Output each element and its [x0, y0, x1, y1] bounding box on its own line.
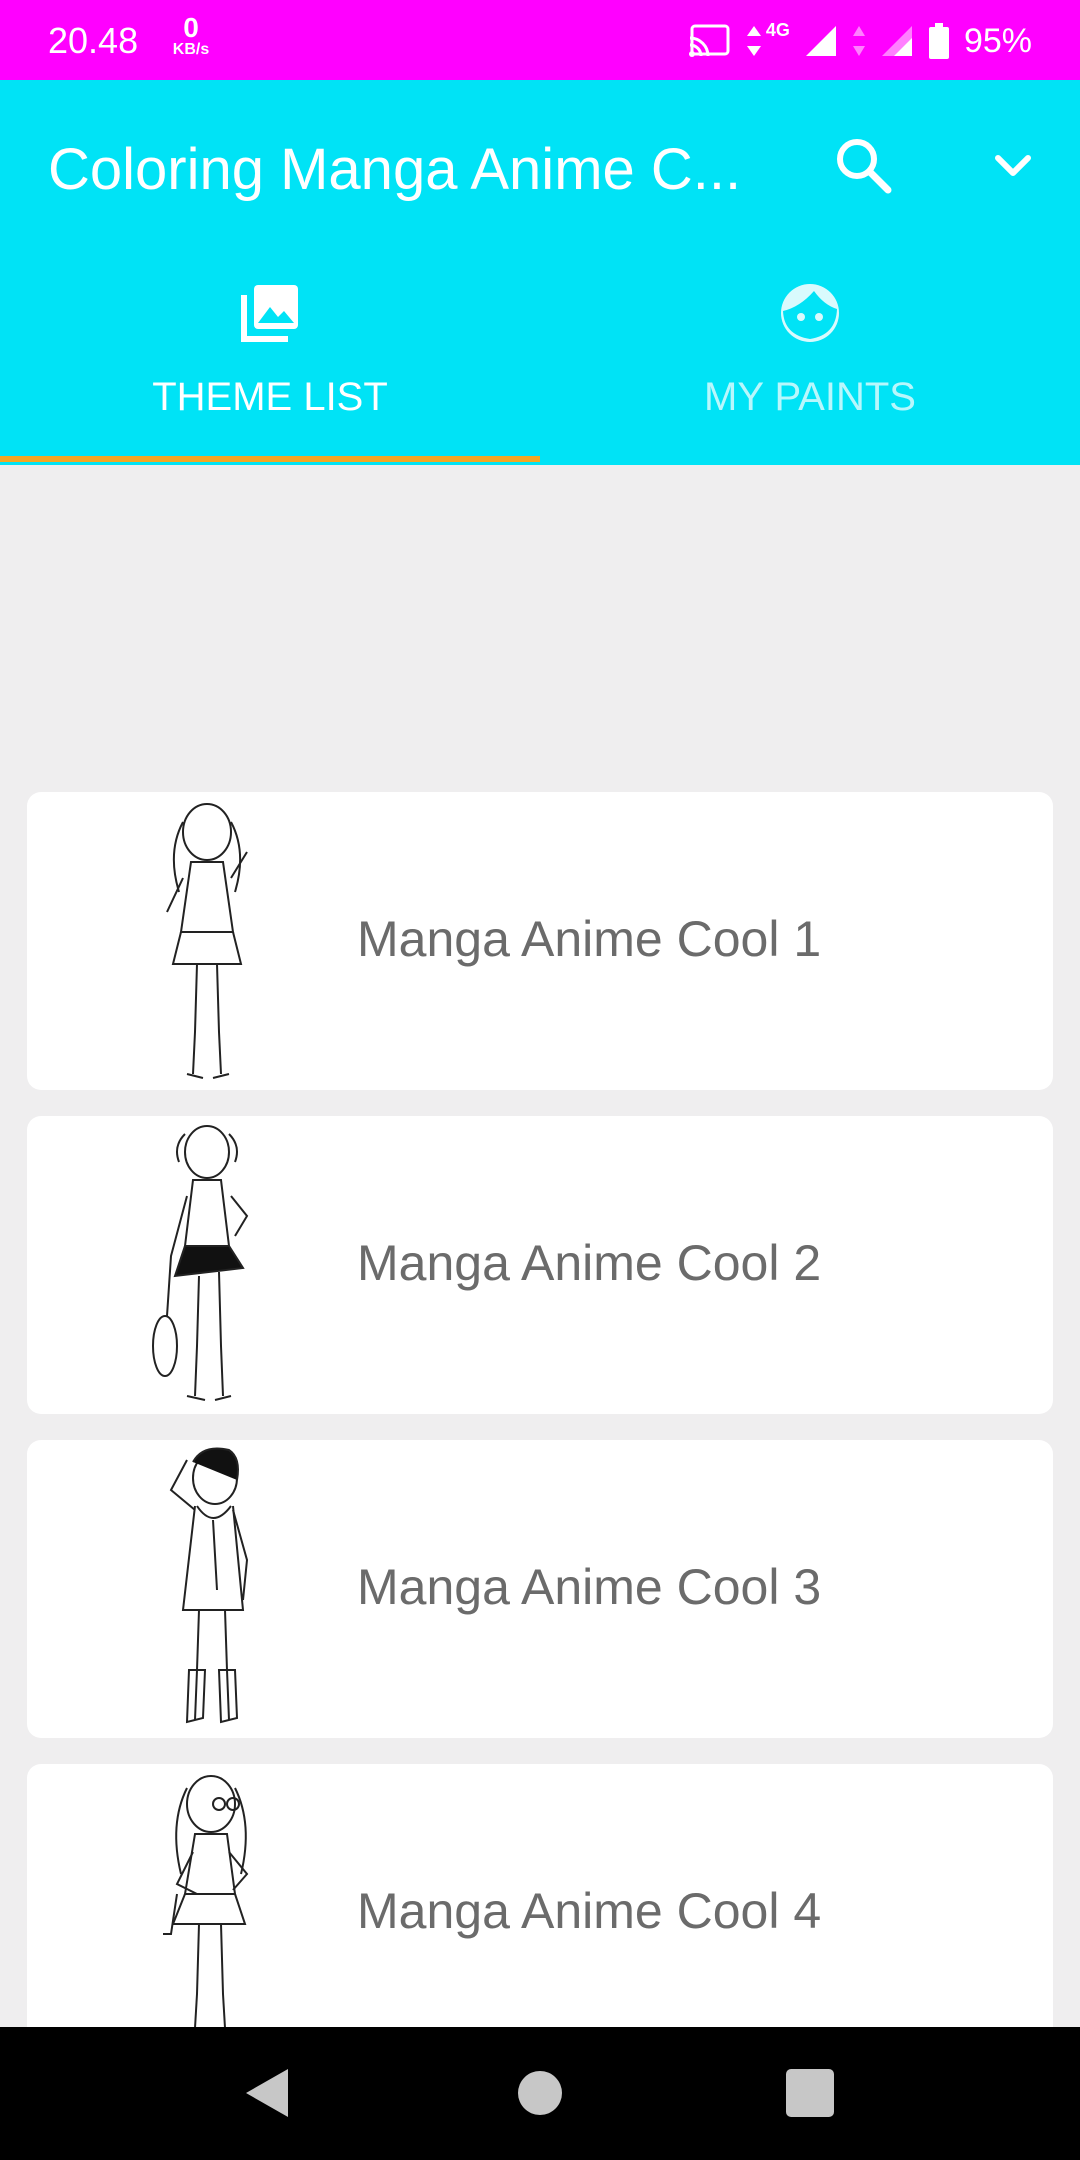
tab-label-theme-list: THEME LIST — [152, 375, 388, 419]
status-bar: 20.48 0 KB/s 4G 95% — [0, 0, 1080, 80]
theme-title: Manga Anime Cool 2 — [357, 1235, 822, 1291]
theme-title: Manga Anime Cool 1 — [357, 911, 822, 967]
recents-icon[interactable] — [774, 2057, 846, 2129]
theme-title: Manga Anime Cool 3 — [357, 1559, 822, 1615]
tab-indicator — [0, 456, 540, 462]
network-speed-unit: KB/s — [172, 41, 210, 58]
network-type: 4G — [765, 19, 790, 40]
theme-card-2[interactable]: Manga Anime Cool 2 — [27, 1116, 1053, 1414]
home-icon[interactable] — [504, 2057, 576, 2129]
data-arrows-icon — [852, 26, 865, 56]
anime-girl-uniform-sketch — [166, 803, 248, 1079]
anime-girl-glasses-sketch — [163, 1775, 249, 2029]
back-icon[interactable] — [232, 2057, 304, 2129]
network-speed-value: 0 — [183, 12, 199, 43]
battery-percent: 95% — [963, 21, 1032, 60]
system-nav-bar — [0, 2027, 1080, 2160]
signal-icon — [805, 26, 836, 56]
photo-library-icon — [241, 285, 298, 342]
tab-label-my-paints: MY PAINTS — [704, 375, 916, 419]
search-button[interactable] — [830, 132, 896, 198]
battery-icon — [928, 23, 949, 59]
face-icon — [781, 284, 839, 342]
chevron-down-icon — [995, 155, 1031, 176]
data-arrows-icon — [746, 26, 761, 56]
status-icons: 4G 95% — [688, 16, 1032, 66]
theme-card-1[interactable]: Manga Anime Cool 1 — [27, 792, 1053, 1090]
theme-card-4[interactable]: Manga Anime Cool 4 — [27, 1764, 1053, 2062]
tab-theme-list[interactable]: THEME LIST — [0, 275, 540, 465]
app-bar: Coloring Manga Anime C... THEME LIST MY … — [0, 80, 1080, 465]
anime-girl-tennis-sketch — [152, 1125, 249, 1401]
signal-icon — [881, 26, 912, 56]
theme-title: Manga Anime Cool 4 — [357, 1883, 822, 1939]
cast-icon — [688, 24, 730, 57]
app-title: Coloring Manga Anime C... — [48, 137, 742, 202]
tab-my-paints[interactable]: MY PAINTS — [540, 275, 1080, 465]
dropdown-button[interactable] — [980, 132, 1046, 198]
network-speed: 0 KB/s — [168, 14, 214, 58]
anime-girl-scarf-sketch — [169, 1447, 249, 1724]
theme-card-3[interactable]: Manga Anime Cool 3 — [27, 1440, 1053, 1738]
search-icon — [837, 139, 892, 194]
status-time: 20.48 — [48, 20, 139, 61]
